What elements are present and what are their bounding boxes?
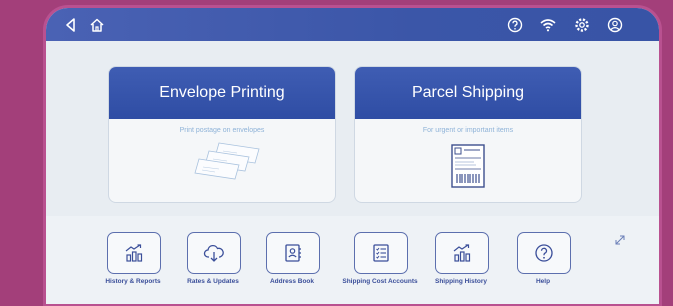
rates-updates-button[interactable]	[187, 232, 241, 274]
main-area: Envelope Printing Print postage on envel…	[46, 41, 659, 216]
chart-icon	[453, 244, 471, 262]
history-reports-button[interactable]	[107, 232, 161, 274]
expand-icon[interactable]	[614, 234, 626, 246]
device-screen: Envelope Printing Print postage on envel…	[46, 8, 659, 304]
shipping-cost-accounts-button[interactable]	[354, 232, 408, 274]
cloud-download-icon	[203, 244, 224, 262]
tile-label: Help	[535, 278, 551, 285]
card-title: Envelope Printing	[109, 67, 335, 119]
checklist-icon	[373, 244, 389, 262]
settings-icon[interactable]	[573, 16, 591, 34]
bottom-toolbar: History & Reports Rates & Updates Addres…	[46, 216, 659, 304]
chart-icon	[125, 244, 143, 262]
shipping-label-icon	[451, 144, 485, 188]
wifi-icon[interactable]	[539, 16, 557, 34]
top-bar	[46, 8, 659, 41]
address-book-icon	[285, 244, 301, 262]
card-subtitle: For urgent or important items	[422, 127, 514, 134]
envelopes-icon	[194, 142, 260, 180]
address-book-button[interactable]	[266, 232, 320, 274]
card-subtitle: Print postage on envelopes	[179, 127, 265, 134]
help-circle-icon[interactable]	[506, 16, 524, 34]
tile-label: Shipping Cost Accounts	[342, 278, 418, 285]
home-icon[interactable]	[88, 16, 106, 34]
back-icon[interactable]	[62, 16, 80, 34]
account-icon[interactable]	[606, 16, 624, 34]
tile-label: Rates & Updates	[187, 278, 239, 285]
envelope-printing-card[interactable]: Envelope Printing Print postage on envel…	[108, 66, 336, 203]
card-title: Parcel Shipping	[355, 67, 581, 119]
shipping-history-button[interactable]	[435, 232, 489, 274]
help-icon	[535, 244, 553, 262]
parcel-shipping-card[interactable]: Parcel Shipping For urgent or important …	[354, 66, 582, 203]
tile-label: Address Book	[269, 278, 315, 285]
tile-label: Shipping History	[435, 278, 487, 285]
tile-label: History & Reports	[105, 278, 161, 285]
help-button[interactable]	[517, 232, 571, 274]
